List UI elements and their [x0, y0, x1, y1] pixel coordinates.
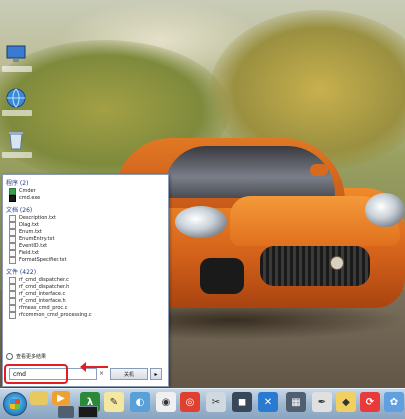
browser-icon[interactable]: ◉ — [156, 392, 176, 412]
result-item[interactable]: Cmder — [3, 188, 168, 195]
source-file-icon — [9, 298, 16, 305]
cmder-icon — [9, 188, 16, 195]
car-badge — [330, 256, 344, 270]
result-label: Description.txt — [19, 215, 56, 221]
result-label: EnumEntry.txt — [19, 236, 55, 242]
editor-icon[interactable]: ✒ — [312, 392, 332, 412]
text-file-icon — [9, 215, 16, 222]
computer-icon[interactable] — [2, 42, 32, 72]
result-label: Cmder — [19, 188, 36, 194]
cmd-icon — [9, 195, 16, 202]
text-file-icon — [9, 236, 16, 243]
app-blue-icon[interactable]: ✿ — [384, 392, 404, 412]
result-item[interactable]: EnumEntry.txt — [3, 236, 168, 243]
group-documents: 文档 (26) Description.txt Dlag.txt Enum.tx… — [3, 206, 168, 264]
result-label: cmd.exe — [19, 195, 41, 201]
group-header: 文档 (26) — [6, 207, 33, 214]
text-file-icon — [9, 257, 16, 264]
note-icon[interactable]: ✎ — [104, 392, 124, 412]
source-file-icon — [9, 284, 16, 291]
result-item[interactable]: Description.txt — [3, 215, 168, 222]
annotation-arrow-search — [80, 362, 108, 372]
media-icon[interactable]: ◼ — [232, 392, 252, 412]
text-file-icon — [9, 229, 16, 236]
result-item[interactable]: EventID.txt — [3, 243, 168, 250]
text-file-icon — [9, 250, 16, 257]
result-item[interactable]: rfmeas_cmd_proc.c — [3, 305, 168, 312]
car-mirror — [310, 164, 328, 176]
result-label: rfmeas_cmd_proc.c — [19, 305, 68, 311]
group-header: 程序 (2) — [6, 180, 29, 187]
paint-icon[interactable]: ◆ — [336, 392, 356, 412]
media-player-icon[interactable]: ▶ — [52, 391, 70, 405]
clear-search-icon[interactable]: × — [99, 370, 104, 377]
result-label: FormatSpecifier.txt — [19, 257, 67, 263]
result-label: EventID.txt — [19, 243, 48, 249]
result-item[interactable]: Dlag.txt — [3, 222, 168, 229]
car-grille — [260, 246, 370, 286]
chrome-icon[interactable]: ◎ — [180, 392, 200, 412]
text-file-icon — [9, 222, 16, 229]
result-item[interactable]: rf_cmd_interface.c — [3, 291, 168, 298]
car-headlight-right — [365, 193, 405, 227]
windows-logo-icon — [10, 399, 20, 409]
result-item[interactable]: rfcommon_cmd_processing.c — [3, 312, 168, 319]
search-icon — [6, 353, 13, 360]
recycle-bin-icon[interactable] — [2, 128, 32, 158]
result-label: Enum.txt — [19, 229, 42, 235]
more-results-link[interactable]: 查看更多结果 — [6, 353, 46, 360]
cmd-window-icon[interactable] — [78, 406, 98, 418]
result-label: rf_cmd_interface.h — [19, 298, 66, 304]
explorer-preview-icon[interactable] — [58, 406, 74, 418]
result-label: rfcommon_cmd_processing.c — [19, 312, 92, 318]
shutdown-options-arrow-icon[interactable]: ▸ — [150, 368, 162, 380]
network-icon[interactable] — [2, 86, 32, 116]
result-label: Field.txt — [19, 250, 40, 256]
result-label: rf_cmd_interface.c — [19, 291, 66, 297]
start-menu: 程序 (2) Cmder cmd.exe 文档 (26) Description… — [2, 174, 169, 387]
result-item[interactable]: cmd.exe — [3, 195, 168, 202]
shutdown-button[interactable]: 关机 — [110, 368, 148, 380]
car-intake — [200, 258, 244, 294]
group-programs: 程序 (2) Cmder cmd.exe — [3, 179, 168, 202]
search-highlight-box — [4, 364, 68, 384]
calculator-icon[interactable]: ▦ — [286, 392, 306, 412]
result-item[interactable]: FormatSpecifier.txt — [3, 257, 168, 264]
result-label: rf_cmd_dispatcher.c — [19, 277, 69, 283]
result-label: rf_cmd_dispatcher.h — [19, 284, 70, 290]
close-circle-icon[interactable]: ✕ — [258, 392, 278, 412]
tools-icon[interactable]: ✂ — [206, 392, 226, 412]
group-header: 文件 (422) — [6, 269, 37, 276]
source-file-icon — [9, 312, 16, 319]
source-file-icon — [9, 305, 16, 312]
source-file-icon — [9, 291, 16, 298]
result-label: Dlag.txt — [19, 222, 39, 228]
folder-icon[interactable] — [30, 391, 48, 405]
result-item[interactable]: rf_cmd_dispatcher.c — [3, 277, 168, 284]
result-item[interactable]: rf_cmd_dispatcher.h — [3, 284, 168, 291]
app-red-icon[interactable]: ⟳ — [360, 392, 380, 412]
result-item[interactable]: rf_cmd_interface.h — [3, 298, 168, 305]
taskbar: ▶ λ ✎ ◐ ◉ ◎ ✂ ◼ ✕ ▦ ✒ ◆ ⟳ ✿ — [0, 388, 405, 419]
text-file-icon — [9, 243, 16, 250]
app-icon[interactable]: ◐ — [130, 392, 150, 412]
result-item[interactable]: Enum.txt — [3, 229, 168, 236]
car-headlight-left — [175, 206, 227, 238]
result-item[interactable]: Field.txt — [3, 250, 168, 257]
source-file-icon — [9, 277, 16, 284]
group-files: 文件 (422) rf_cmd_dispatcher.c rf_cmd_disp… — [3, 268, 168, 319]
more-results-label: 查看更多结果 — [16, 354, 47, 360]
start-button[interactable] — [3, 392, 27, 416]
